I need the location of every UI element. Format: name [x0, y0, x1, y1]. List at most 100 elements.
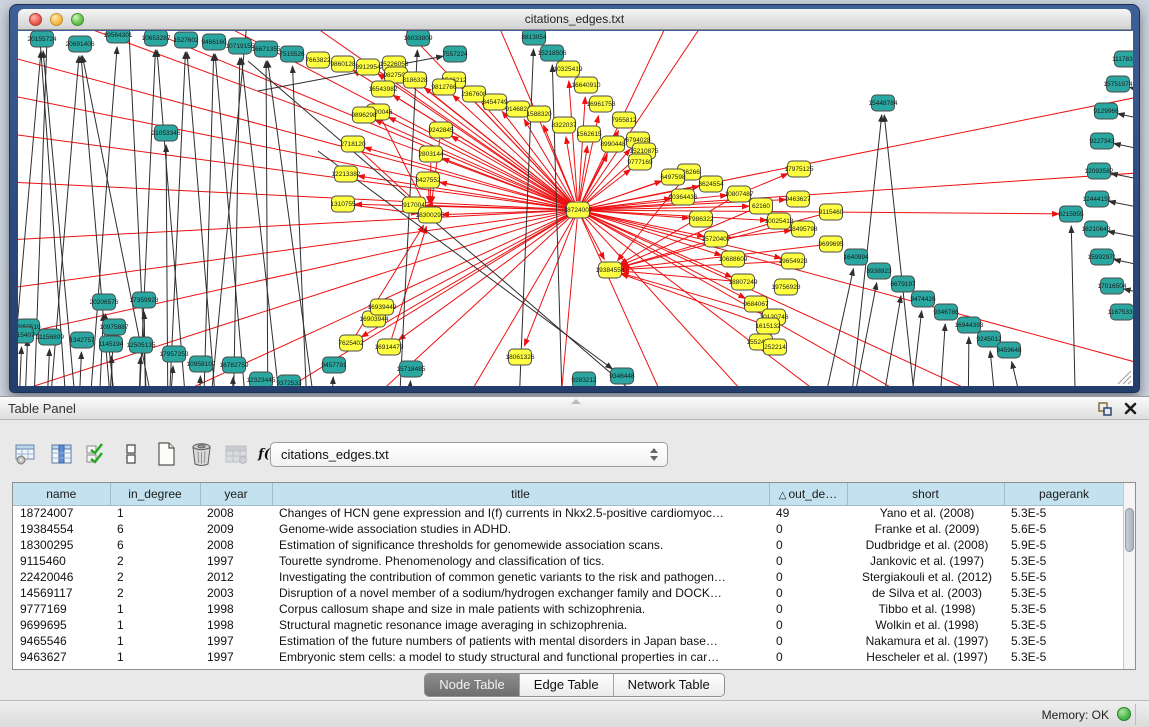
citation-edge-black[interactable]: [878, 296, 901, 386]
table-cell[interactable]: 5.3E-5: [1004, 649, 1124, 665]
graph-node[interactable]: 9129966: [1093, 103, 1119, 119]
graph-node[interactable]: 1145194: [99, 336, 124, 352]
table-cell[interactable]: 2008: [200, 505, 272, 521]
network-canvas[interactable]: 2015572420691406195643011065328715276029…: [18, 31, 1133, 386]
column-header-in_degree[interactable]: in_degree: [110, 483, 200, 505]
table-cell[interactable]: 5.3E-5: [1004, 633, 1124, 649]
table-cell[interactable]: Embryonic stem cells: a model to study s…: [272, 649, 769, 665]
graph-node[interactable]: 11178364: [1112, 51, 1133, 67]
table-cell[interactable]: 22420046: [13, 569, 110, 585]
graph-node[interactable]: 16671355: [252, 41, 281, 57]
citation-edge-black[interactable]: [241, 58, 283, 386]
table-cell[interactable]: Corpus callosum shape and size in male p…: [272, 601, 769, 617]
table-cell[interactable]: Stergiakouli et al. (2012): [847, 569, 1004, 585]
table-cell[interactable]: 5.3E-5: [1004, 553, 1124, 569]
table-select-dropdown[interactable]: citations_edges.txt: [270, 442, 668, 467]
column-header-short[interactable]: short: [847, 483, 1004, 505]
table-row[interactable]: 946554611997Estimation of the future num…: [13, 633, 1124, 649]
table-cell[interactable]: Wolkin et al. (1998): [847, 617, 1004, 633]
graph-node[interactable]: 9466160: [201, 34, 227, 50]
graph-node[interactable]: 1527602: [173, 32, 199, 48]
graph-node[interactable]: 1640994: [843, 249, 869, 265]
graph-node[interactable]: 8322037: [551, 117, 577, 133]
graph-node[interactable]: 12505135: [127, 337, 156, 353]
table-cell[interactable]: 5.3E-5: [1004, 601, 1124, 617]
table-row[interactable]: 1830029562008Estimation of significance …: [13, 537, 1124, 553]
graph-node[interactable]: 1342757: [69, 332, 95, 348]
table-cell[interactable]: Nakamura et al. (1997): [847, 633, 1004, 649]
graph-node[interactable]: 10958107: [187, 356, 216, 372]
graph-node[interactable]: 15718485: [397, 361, 426, 377]
table-scrollbar-thumb[interactable]: [1125, 508, 1134, 552]
table-row[interactable]: 969969511998Structural magnetic resonanc…: [13, 617, 1124, 633]
citation-edge-black[interactable]: [230, 377, 233, 386]
citation-edge-red[interactable]: [389, 117, 570, 206]
table-scrollbar[interactable]: [1123, 483, 1135, 669]
tab-network-table[interactable]: Network Table: [613, 674, 724, 696]
table-cell[interactable]: 5.3E-5: [1004, 585, 1124, 601]
citation-edge-black[interactable]: [1118, 114, 1133, 127]
graph-node[interactable]: 9860128: [330, 56, 356, 72]
graph-node[interactable]: 15751074: [1104, 76, 1133, 92]
table-cell[interactable]: 1: [110, 601, 200, 617]
graph-node[interactable]: 16914479: [375, 339, 404, 355]
merge-rows-icon[interactable]: [119, 442, 143, 466]
table-cell[interactable]: 0: [769, 633, 847, 649]
citation-edge-black[interactable]: [818, 269, 853, 386]
graph-node[interactable]: 8912954: [355, 59, 381, 75]
graph-node[interactable]: 2718120: [340, 136, 366, 152]
graph-node[interactable]: 1310755: [330, 196, 356, 212]
graph-node[interactable]: 10719155: [226, 38, 255, 54]
graph-node[interactable]: 16210643: [1082, 221, 1111, 237]
graph-node[interactable]: 8186328: [402, 72, 428, 88]
graph-node[interactable]: 18061326: [506, 349, 535, 365]
graph-node[interactable]: 7663822: [305, 52, 331, 68]
graph-node[interactable]: 16961758: [587, 96, 616, 112]
graph-node[interactable]: 6497598: [660, 169, 686, 185]
citation-edge-red[interactable]: [584, 149, 630, 203]
graph-node[interactable]: 8990448: [600, 136, 626, 152]
table-cell[interactable]: 14569117: [13, 585, 110, 601]
table-cell[interactable]: 0: [769, 601, 847, 617]
table-cell[interactable]: 18300295: [13, 537, 110, 553]
graph-node[interactable]: 10325419: [554, 61, 583, 77]
graph-node[interactable]: 9346786: [933, 304, 959, 320]
graph-node[interactable]: 9242845: [428, 122, 454, 138]
table-cell[interactable]: 1997: [200, 633, 272, 649]
table-cell[interactable]: 2: [110, 585, 200, 601]
graph-node[interactable]: 6679197: [890, 276, 916, 292]
table-cell[interactable]: 2012: [200, 569, 272, 585]
delete-table-icon[interactable]: [189, 442, 213, 466]
graph-node[interactable]: 15448784: [869, 95, 898, 111]
citation-edge-red[interactable]: [582, 218, 604, 259]
table-cell[interactable]: 0: [769, 553, 847, 569]
graph-node[interactable]: 8938923: [866, 263, 892, 279]
graph-node[interactable]: 3915407: [18, 327, 35, 343]
graph-node[interactable]: 9283212: [571, 372, 597, 386]
graph-node[interactable]: 20155724: [28, 31, 57, 47]
table-cell[interactable]: Structural magnetic resonance image aver…: [272, 617, 769, 633]
citation-edge-black[interactable]: [884, 115, 918, 386]
table-cell[interactable]: 1: [110, 617, 200, 633]
table-cell[interactable]: 2009: [200, 521, 272, 537]
table-cell[interactable]: 2: [110, 553, 200, 569]
close-panel-icon[interactable]: [1124, 402, 1137, 415]
graph-node[interactable]: 12323445: [247, 372, 276, 386]
column-header-pagerank[interactable]: pagerank: [1004, 483, 1124, 505]
table-cell[interactable]: Estimation of the future numbers of pati…: [272, 633, 769, 649]
graph-node[interactable]: 19756928: [772, 279, 801, 295]
column-header-year[interactable]: year: [200, 483, 272, 505]
citation-edge-black[interactable]: [1111, 173, 1133, 187]
table-cell[interactable]: Tibbo et al. (1998): [847, 601, 1004, 617]
graph-node[interactable]: 15720407: [702, 231, 731, 247]
table-cell[interactable]: 0: [769, 537, 847, 553]
graph-node[interactable]: 1615132: [755, 318, 781, 334]
citation-edge-red[interactable]: [747, 174, 788, 191]
table-cell[interactable]: 18724007: [13, 505, 110, 521]
citation-edge-black[interactable]: [268, 61, 318, 386]
graph-node[interactable]: 18495798: [789, 221, 818, 237]
citation-edge-black[interactable]: [1109, 201, 1133, 215]
table-row[interactable]: 1938455462009Genome-wide association stu…: [13, 521, 1124, 537]
row-selection-icon[interactable]: [84, 442, 108, 466]
graph-node[interactable]: 18807249: [729, 274, 758, 290]
